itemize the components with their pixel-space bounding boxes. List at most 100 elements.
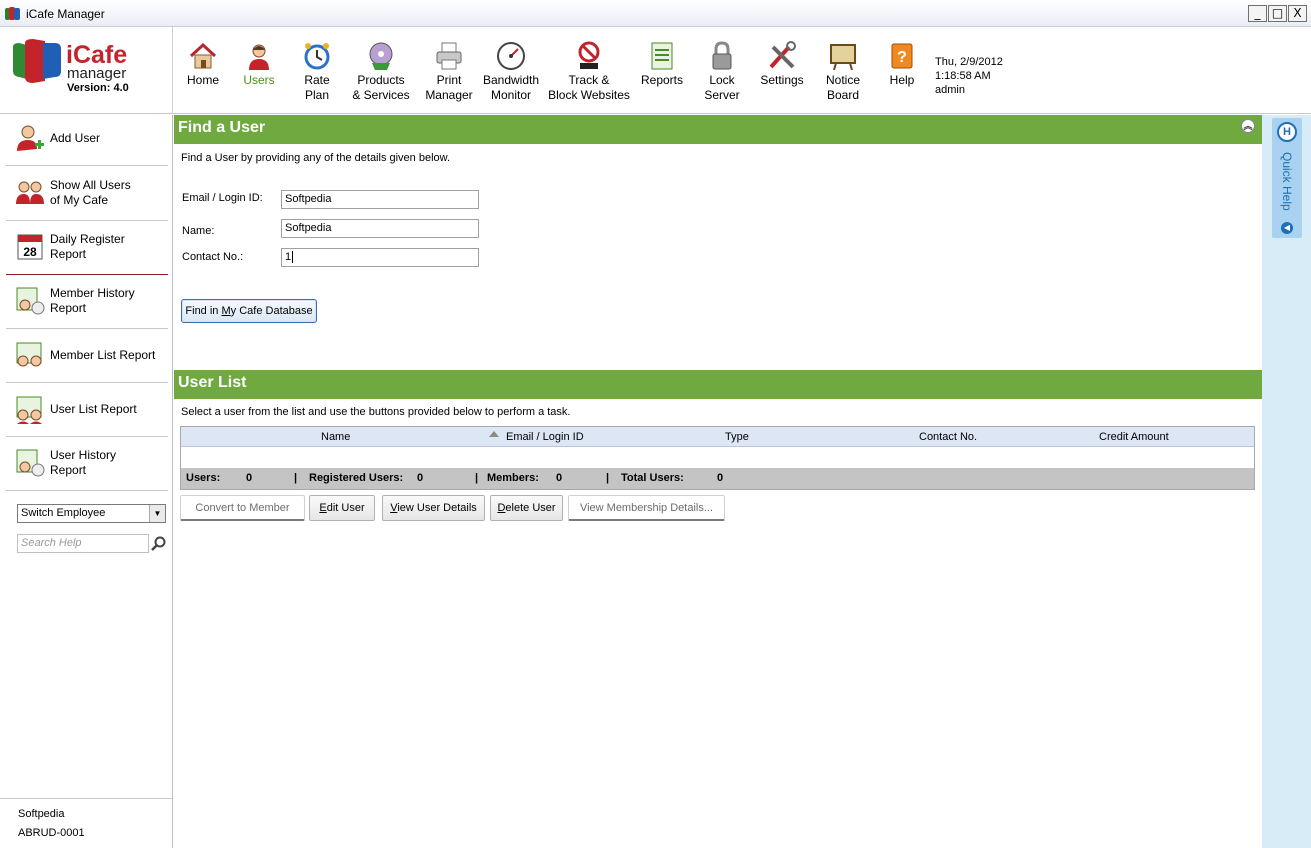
sidebar-item-user-list[interactable]: User List Report xyxy=(6,383,168,437)
nav-bandwidth-line2: Monitor xyxy=(490,88,531,102)
expand-arrow-icon: ◀ xyxy=(1281,222,1293,234)
collapse-icon[interactable]: ︽ xyxy=(1241,119,1255,133)
quick-help-panel: H Quick Help ◀ xyxy=(1262,115,1311,848)
member-list-icon xyxy=(16,342,42,367)
members-count-label: Members: xyxy=(487,472,539,484)
quick-help-tab[interactable]: H Quick Help ◀ xyxy=(1272,118,1302,238)
reports-icon xyxy=(651,42,673,70)
nav-bandwidth-monitor[interactable]: Bandwidth Monitor xyxy=(482,41,540,102)
nav-users-label: Users xyxy=(243,73,275,87)
nav-bandwidth-line1: Bandwidth xyxy=(482,73,540,87)
sidebar-item-user-history[interactable]: User History Report xyxy=(6,437,168,491)
view-membership-details-button[interactable]: View Membership Details... xyxy=(568,495,725,521)
quick-help-label: Quick Help xyxy=(1280,152,1294,211)
registered-count-label: Registered Users: xyxy=(309,472,404,484)
switch-employee-value: Switch Employee xyxy=(21,507,106,519)
nav-home-label: Home xyxy=(186,73,219,87)
delete-user-button[interactable]: Delete User xyxy=(490,495,563,521)
status-date: Thu, 2/9/2012 xyxy=(935,56,1003,68)
column-header-email[interactable]: Email / Login ID xyxy=(506,431,584,443)
minimize-button[interactable]: _ xyxy=(1248,5,1267,22)
lock-icon xyxy=(712,41,732,70)
user-group-icon xyxy=(16,181,44,204)
search-icon[interactable] xyxy=(151,536,167,552)
status-user: admin xyxy=(935,84,965,96)
find-user-title: Find a User xyxy=(178,119,266,136)
chevron-down-icon[interactable]: ▼ xyxy=(149,505,165,522)
sidebar-item-show-all-users[interactable]: Show All Users of My Cafe xyxy=(6,166,168,221)
nav-help[interactable]: ? Help xyxy=(886,41,918,101)
email-field[interactable]: Softpedia xyxy=(281,190,479,209)
find-in-database-button[interactable]: Find in My Cafe Database xyxy=(181,299,317,323)
window-title: iCafe Manager xyxy=(26,7,105,21)
rate-plan-icon xyxy=(304,43,330,70)
nav-track-line1: Track & xyxy=(568,73,610,87)
user-list-hint: Select a user from the list and use the … xyxy=(181,406,571,418)
nav-reports[interactable]: Reports xyxy=(640,41,684,101)
edit-user-button[interactable]: Edit User xyxy=(309,495,375,521)
table-header: Name Email / Login ID Type Contact No. C… xyxy=(181,427,1254,447)
logo-mark-icon xyxy=(13,39,61,83)
sidebar-item-label: Member History Report xyxy=(50,286,135,315)
column-header-type[interactable]: Type xyxy=(725,431,749,443)
sidebar-item-label: Show All Users of My Cafe xyxy=(50,178,131,207)
sidebar-item-member-list[interactable]: Member List Report xyxy=(6,329,168,383)
user-list-header: User List xyxy=(174,370,1262,399)
home-icon xyxy=(189,42,217,69)
nav-notice-line2: Board xyxy=(826,88,860,102)
users-icon xyxy=(249,44,269,70)
nav-track-block-websites[interactable]: Track & Block Websites xyxy=(548,41,630,102)
summary-separator: | xyxy=(294,472,298,484)
settings-icon xyxy=(769,41,796,69)
sidebar-item-add-user[interactable]: Add User xyxy=(6,115,168,166)
nav-settings[interactable]: Settings xyxy=(760,41,804,101)
user-list-icon xyxy=(16,396,42,424)
name-label: Name: xyxy=(182,225,215,237)
convert-to-member-button[interactable]: Convert to Member xyxy=(180,495,305,521)
logo-word-manager: manager xyxy=(67,65,127,82)
help-h-icon: H xyxy=(1277,122,1297,142)
column-header-credit[interactable]: Credit Amount xyxy=(1099,431,1169,443)
contact-field[interactable]: 1 xyxy=(281,248,479,267)
registered-count: 0 xyxy=(417,472,424,484)
nav-notice-board[interactable]: Notice Board xyxy=(820,41,866,102)
nav-print-manager[interactable]: Print Manager xyxy=(424,41,474,102)
column-header-contact[interactable]: Contact No. xyxy=(919,431,977,443)
nav-users[interactable]: Users xyxy=(240,41,278,101)
main-content: Find a User ︽ Find a User by providing a… xyxy=(174,115,1262,848)
add-user-icon xyxy=(17,125,44,151)
switch-employee-select[interactable]: Switch Employee ▼ xyxy=(17,504,166,523)
nav-products-services[interactable]: Products & Services xyxy=(352,41,410,102)
column-header-name[interactable]: Name xyxy=(321,431,350,443)
sidebar-item-label: User List Report xyxy=(50,402,137,416)
nav-reports-label: Reports xyxy=(640,73,684,87)
table-summary: Users: 0 | Registered Users: 0 | Members… xyxy=(181,468,1254,489)
nav-lock-server[interactable]: Lock Server xyxy=(704,41,740,102)
contact-value: 1 xyxy=(285,251,292,263)
sort-ascending-icon xyxy=(489,431,499,437)
nav-products-line1: Products xyxy=(357,73,405,87)
close-button[interactable]: X xyxy=(1288,5,1307,22)
maximize-button[interactable]: □ xyxy=(1268,5,1287,22)
toolbar-header: iCafe manager Version: 4.0 Home Users Ra… xyxy=(0,27,1311,114)
text-caret xyxy=(292,251,294,263)
nav-print-line1: Print xyxy=(436,73,462,87)
user-table[interactable]: Name Email / Login ID Type Contact No. C… xyxy=(180,426,1255,490)
logo: iCafe manager Version: 4.0 xyxy=(0,27,173,114)
block-www-icon xyxy=(578,41,600,69)
nav-rate-plan[interactable]: Rate Plan xyxy=(300,41,334,102)
sidebar-item-daily-register[interactable]: 28 Daily Register Report xyxy=(6,221,168,275)
member-history-icon xyxy=(16,287,45,315)
contact-label: Contact No.: xyxy=(182,251,244,263)
name-field[interactable]: Softpedia xyxy=(281,219,479,238)
gauge-icon xyxy=(497,42,525,70)
sidebar: Add User Show All Users of My Cafe 28 Dai… xyxy=(0,115,173,848)
view-user-details-button[interactable]: View User Details xyxy=(382,495,485,521)
nav-rate-plan-line1: Rate xyxy=(304,73,330,87)
sidebar-item-member-history[interactable]: Member History Report xyxy=(6,275,168,329)
search-help-input[interactable]: Search Help xyxy=(17,534,149,553)
nav-home[interactable]: Home xyxy=(182,41,224,101)
sidebar-item-label: Member List Report xyxy=(50,348,156,362)
version-label: Version: 4.0 xyxy=(67,82,129,94)
sidebar-footer: Softpedia ABRUD-0001 xyxy=(0,798,172,839)
